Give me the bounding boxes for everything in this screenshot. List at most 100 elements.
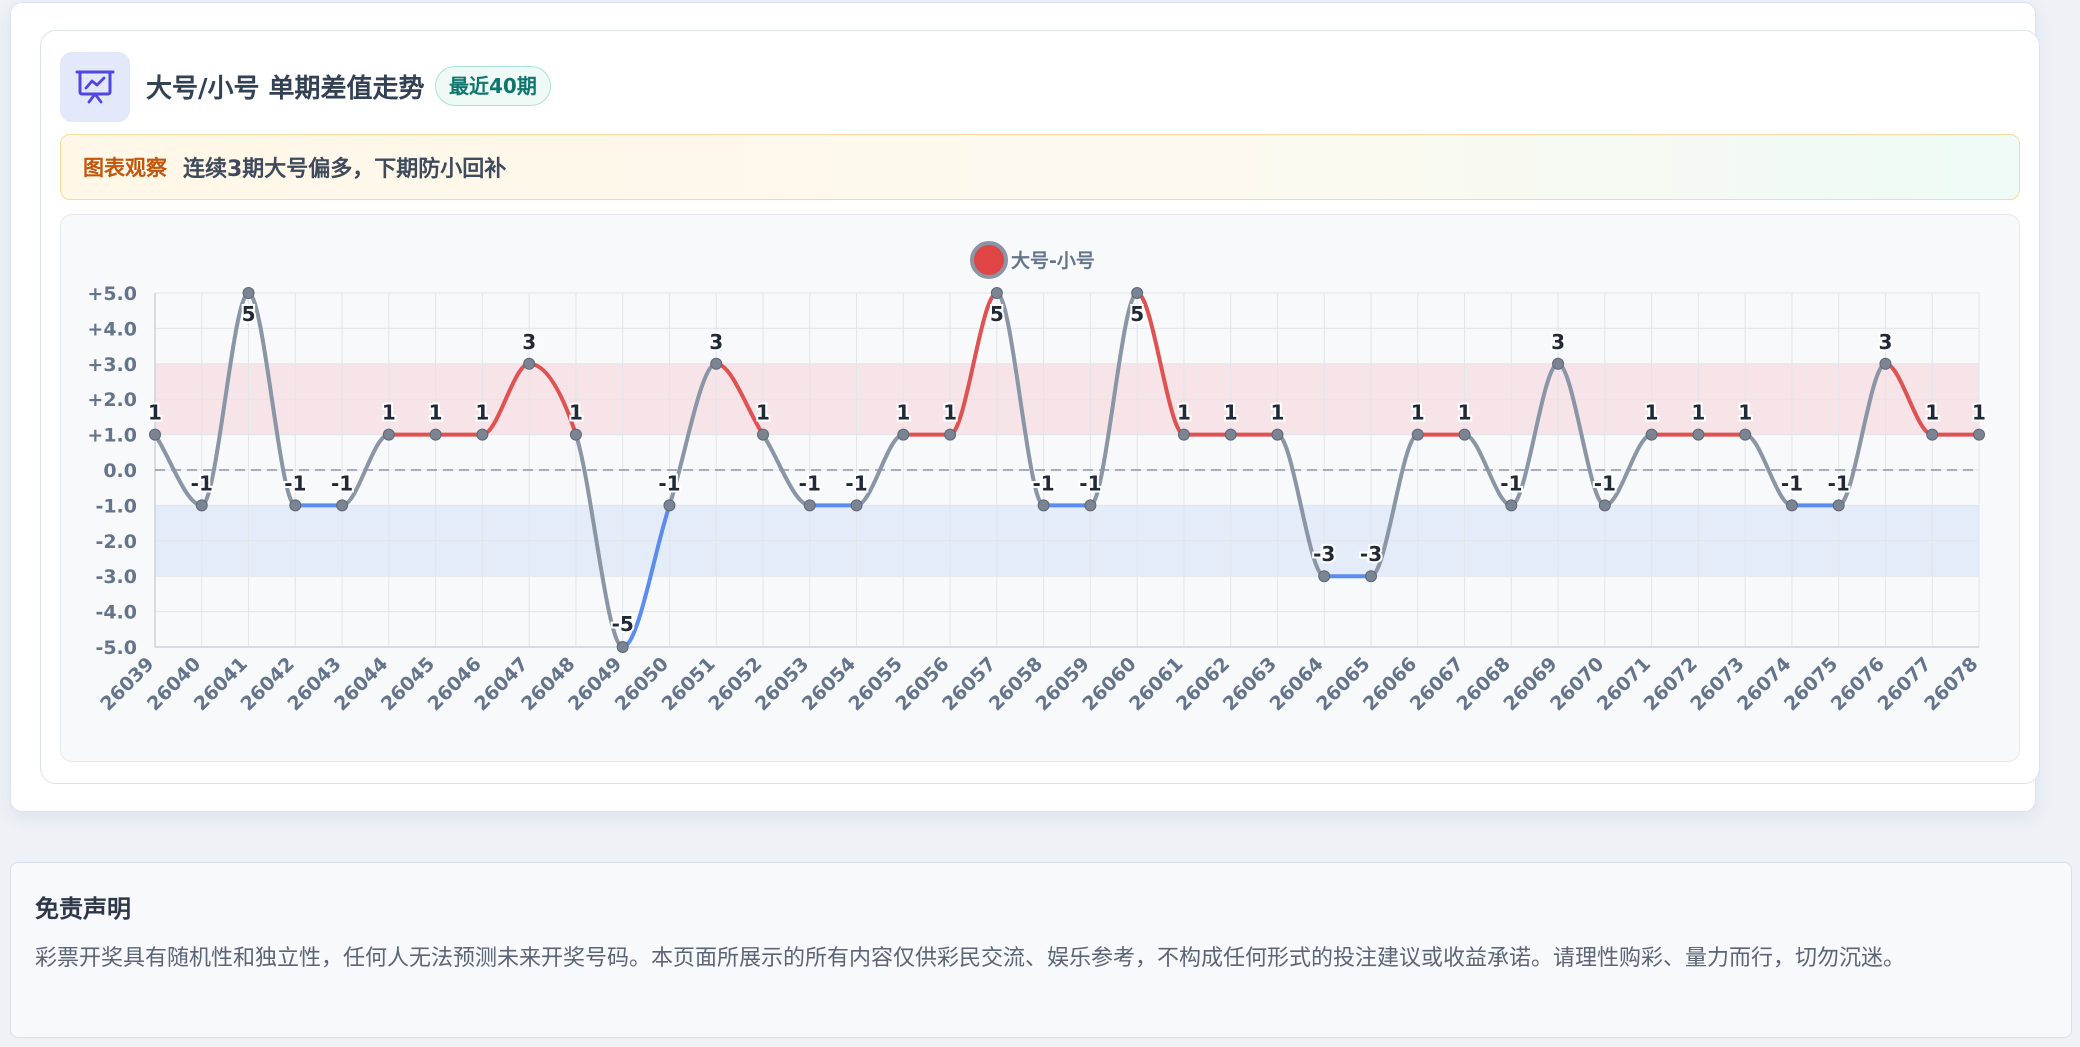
data-point xyxy=(1926,428,1939,441)
data-point xyxy=(990,287,1003,299)
data-label: 1 xyxy=(756,401,770,425)
data-point xyxy=(242,287,255,299)
data-point xyxy=(1645,428,1658,441)
data-point xyxy=(1598,499,1611,512)
data-point xyxy=(1131,287,1144,299)
data-label: 1 xyxy=(148,401,162,425)
insight-banner: 图表观察 连续3期大号偏多，下期防小回补 xyxy=(60,134,2020,200)
data-point xyxy=(944,428,957,441)
data-label: -1 xyxy=(1500,471,1522,495)
disclaimer-title: 免责声明 xyxy=(35,895,131,923)
data-label: 1 xyxy=(1645,401,1659,425)
data-point xyxy=(757,428,769,441)
y-tick-label: +1.0 xyxy=(87,425,137,447)
data-point xyxy=(1084,499,1097,512)
data-label: 1 xyxy=(1411,401,1425,425)
data-label: 3 xyxy=(522,330,536,354)
y-tick-label: -4.0 xyxy=(95,602,137,624)
data-point xyxy=(1973,428,1985,441)
data-label: 5 xyxy=(990,302,1004,326)
data-label: -1 xyxy=(799,471,821,495)
y-tick-label: +4.0 xyxy=(87,318,137,340)
data-label: 1 xyxy=(1691,401,1705,425)
data-label: 1 xyxy=(569,401,583,425)
data-point xyxy=(1177,428,1190,441)
data-label: -1 xyxy=(658,471,680,495)
data-label: -1 xyxy=(1079,471,1101,495)
data-label: 1 xyxy=(1177,401,1191,425)
data-point xyxy=(616,641,629,653)
data-point xyxy=(710,357,723,370)
disclaimer-section: 免责声明 彩票开奖具有随机性和独立性，任何人无法预测未来开奖号码。本页面所展示的… xyxy=(10,862,2072,1038)
data-point xyxy=(850,499,863,512)
period-badge[interactable]: 最近40期 xyxy=(435,66,551,106)
data-label: 1 xyxy=(475,401,489,425)
data-point xyxy=(1411,428,1424,441)
legend-label: 大号-小号 xyxy=(1011,249,1095,272)
data-label: 1 xyxy=(896,401,910,425)
y-tick-label: +2.0 xyxy=(87,389,137,411)
y-tick-label: -3.0 xyxy=(95,566,137,588)
data-label: 1 xyxy=(1224,401,1238,425)
chart-presentation-icon xyxy=(60,52,130,122)
data-point xyxy=(1458,428,1471,441)
data-label: 1 xyxy=(1925,401,1939,425)
data-point xyxy=(382,428,395,441)
y-tick-label: -1.0 xyxy=(95,495,137,517)
data-point xyxy=(1832,499,1845,512)
data-label: -3 xyxy=(1313,542,1335,566)
data-point xyxy=(476,428,489,441)
y-tick-label: -5.0 xyxy=(95,637,137,659)
data-point xyxy=(1739,428,1752,441)
data-label: -5 xyxy=(612,612,634,636)
y-tick-label: 0.0 xyxy=(103,460,137,482)
data-point xyxy=(336,499,349,512)
chart-panel: +5.0 +4.0 +3.0 +2.0 +1.0 0.0 -1.0 -2.0 -3.0 -4.0 -… xyxy=(60,214,2020,762)
data-point xyxy=(1785,499,1798,512)
data-point xyxy=(1879,357,1892,370)
data-label: 1 xyxy=(1738,401,1752,425)
data-point xyxy=(569,428,582,441)
data-point xyxy=(1224,428,1237,441)
data-label: 5 xyxy=(242,302,256,326)
data-point xyxy=(429,428,442,441)
y-tick-label: -2.0 xyxy=(95,531,137,553)
data-label: 1 xyxy=(1271,401,1285,425)
data-label: -1 xyxy=(1781,471,1803,495)
data-point xyxy=(149,428,161,441)
data-label: 1 xyxy=(943,401,957,425)
data-point xyxy=(195,499,208,512)
data-label: -1 xyxy=(845,471,867,495)
data-point xyxy=(1552,357,1565,370)
data-point xyxy=(523,357,536,370)
data-point xyxy=(663,499,676,512)
data-label: 5 xyxy=(1130,302,1144,326)
data-point xyxy=(1271,428,1284,441)
y-tick-label: +5.0 xyxy=(87,283,137,305)
data-label: -1 xyxy=(1594,471,1616,495)
insight-text: 连续3期大号偏多，下期防小回补 xyxy=(183,157,507,182)
data-label: -3 xyxy=(1360,542,1382,566)
data-label: 3 xyxy=(1551,330,1565,354)
insight-label: 图表观察 xyxy=(83,156,167,180)
data-point xyxy=(1505,499,1518,512)
data-label: 3 xyxy=(709,330,723,354)
data-label: -1 xyxy=(331,471,353,495)
data-label: 1 xyxy=(1458,401,1472,425)
x-tick-label: 26078 xyxy=(1920,653,1982,715)
data-label: -1 xyxy=(1828,471,1850,495)
data-label: -1 xyxy=(284,471,306,495)
data-point xyxy=(1692,428,1705,441)
data-label: 1 xyxy=(429,401,443,425)
data-point xyxy=(1037,499,1050,512)
chart-title: 大号/小号 单期差值走势 xyxy=(146,74,425,104)
legend-marker xyxy=(970,241,1008,279)
disclaimer-text: 彩票开奖具有随机性和独立性，任何人无法预测未来开奖号码。本页面所展示的所有内容仅… xyxy=(35,946,1906,971)
data-point xyxy=(1365,570,1377,583)
data-point xyxy=(1318,570,1331,583)
data-label: 1 xyxy=(1972,401,1986,425)
line-chart: +5.0 +4.0 +3.0 +2.0 +1.0 0.0 -1.0 -2.0 -3.0 -4.0 -… xyxy=(87,241,1988,715)
data-point xyxy=(289,499,302,512)
y-tick-label: +3.0 xyxy=(87,354,137,376)
data-label: 1 xyxy=(382,401,396,425)
